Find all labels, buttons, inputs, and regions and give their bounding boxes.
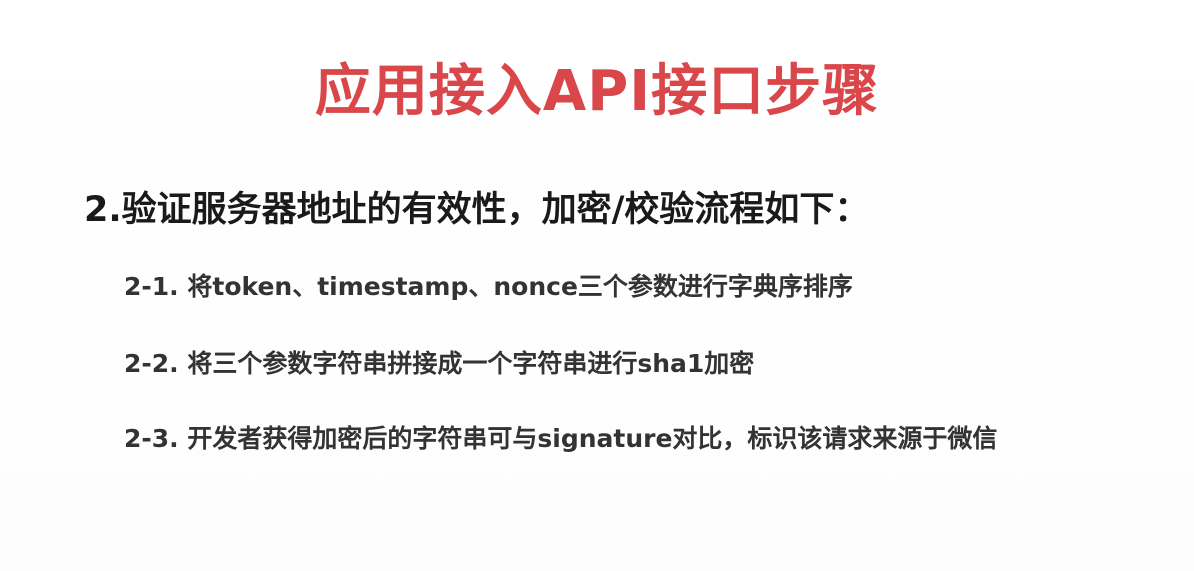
- step-item-2-3: 2-3. 开发者获得加密后的字符串可与signature对比，标识该请求来源于微…: [124, 424, 998, 453]
- step-item-2-1: 2-1. 将token、timestamp、nonce三个参数进行字典序排序: [124, 272, 853, 301]
- step-item-2-2: 2-2. 将三个参数字符串拼接成一个字符串进行sha1加密: [124, 349, 755, 378]
- slide: 应用接入API接口步骤 2.验证服务器地址的有效性，加密/校验流程如下： 2-1…: [0, 0, 1194, 571]
- section-heading: 2.验证服务器地址的有效性，加密/校验流程如下：: [84, 190, 870, 230]
- slide-title: 应用接入API接口步骤: [314, 59, 880, 124]
